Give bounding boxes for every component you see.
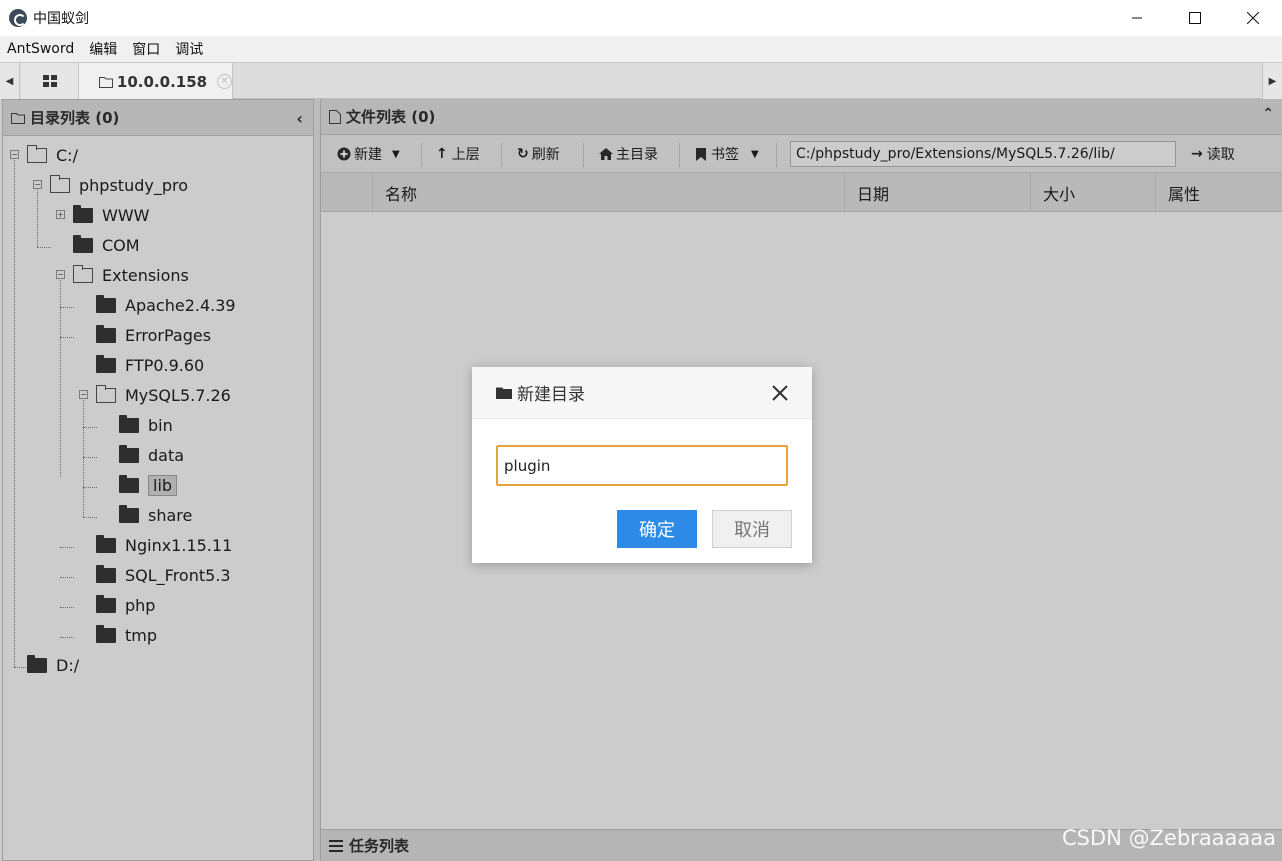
tab-label: 10.0.0.158 [116, 72, 208, 91]
grid-icon [42, 75, 57, 87]
minimize-icon [1132, 17, 1142, 19]
directory-name-input[interactable] [496, 445, 788, 486]
menu-antsword[interactable]: AntSword [7, 41, 74, 57]
menu-window[interactable]: 窗口 [132, 39, 160, 59]
folder-icon [496, 387, 512, 399]
confirm-button[interactable]: 确定 [617, 510, 697, 548]
menu-edit[interactable]: 编辑 [89, 39, 117, 59]
tab-home[interactable] [21, 63, 79, 99]
menu-bar: AntSword 编辑 窗口 调试 [0, 36, 1282, 62]
menu-debug[interactable]: 调试 [175, 39, 203, 59]
caret-right-icon: ▶ [1268, 75, 1277, 87]
watermark: CSDN @Zebraaaaaa [1062, 826, 1277, 850]
close-icon [1247, 12, 1259, 24]
new-directory-dialog: 新建目录 确定 取消 [472, 367, 812, 563]
maximize-icon [1189, 12, 1201, 24]
title-bar: 中国蚁剑 [0, 0, 1282, 36]
tab-bar: ◀ 10.0.0.158 ✕ ▶ [0, 62, 1282, 100]
antsword-window: 中国蚁剑 AntSword 编辑 窗口 调试 ◀ 10.0.0.158 ✕ ▶ … [0, 0, 1282, 861]
dialog-header: 新建目录 [472, 367, 812, 419]
antsword-logo-icon [9, 9, 27, 27]
tab-shell-session[interactable]: 10.0.0.158 ✕ [79, 63, 233, 100]
maximize-button[interactable] [1166, 0, 1224, 36]
close-circle-icon: ✕ [220, 76, 229, 87]
window-title: 中国蚁剑 [33, 11, 89, 27]
caret-left-icon: ◀ [5, 75, 14, 87]
dialog-title: 新建目录 [517, 385, 585, 405]
close-icon [772, 385, 788, 401]
tab-scroll-right-button[interactable]: ▶ [1262, 63, 1282, 99]
dialog-close-button[interactable] [768, 381, 792, 405]
close-window-button[interactable] [1224, 0, 1282, 36]
cancel-button[interactable]: 取消 [712, 510, 792, 548]
tab-close-button[interactable]: ✕ [217, 74, 232, 89]
tab-scroll-left-button[interactable]: ◀ [0, 63, 20, 99]
minimize-button[interactable] [1108, 0, 1166, 36]
folder-outline-icon [99, 76, 113, 88]
